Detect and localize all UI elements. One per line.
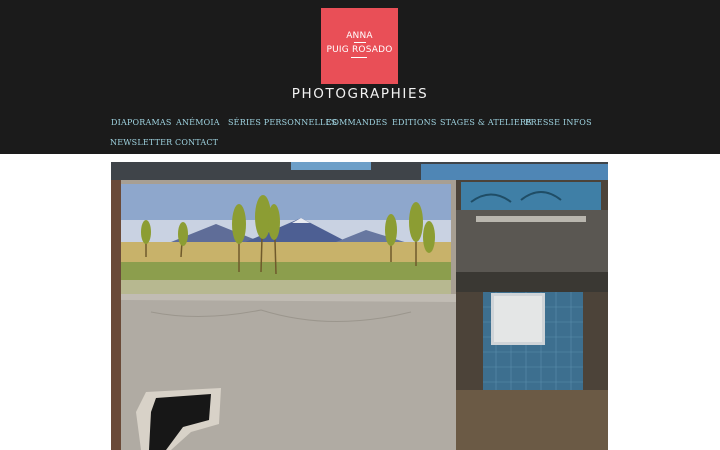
nav-item-editions[interactable]: EDITIONS — [392, 118, 437, 127]
featured-photograph[interactable] — [111, 162, 608, 450]
nav-item-contact[interactable]: CONTACT — [175, 138, 218, 147]
nav-item-presse[interactable]: PRESSE — [525, 118, 560, 127]
site-logo[interactable]: ANNA PUIG ROSADO — [321, 8, 398, 84]
nav-item-commandes[interactable]: COMMANDES — [326, 118, 387, 127]
logo-first-name: ANNA — [346, 31, 373, 41]
logo-last-name: PUIG ROSADO — [326, 45, 393, 55]
nav-item-infos[interactable]: INFOS — [563, 118, 592, 127]
nav-item-newsletter[interactable]: NEWSLETTER — [110, 138, 172, 147]
nav-item-series-personnelles[interactable]: SÉRIES PERSONNELLES — [228, 118, 337, 127]
site-header: ANNA PUIG ROSADO PHOTOGRAPHIES DIAPORAMA… — [0, 0, 720, 154]
photo-abandoned-room-mural — [111, 162, 608, 450]
nav-item-stages-ateliers[interactable]: STAGES & ATELIERS — [440, 118, 532, 127]
site-title: PHOTOGRAPHIES — [291, 86, 429, 102]
nav-item-anemoia[interactable]: ANÉMOIA — [176, 118, 220, 127]
nav-item-diaporamas[interactable]: DIAPORAMAS — [111, 118, 172, 127]
